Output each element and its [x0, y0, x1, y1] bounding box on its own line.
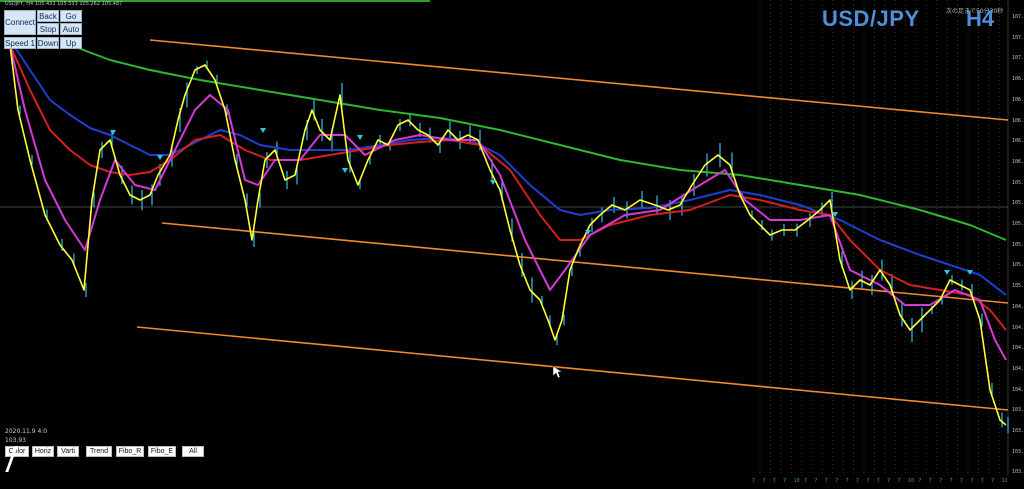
- time-tick-label: 7: [835, 478, 839, 484]
- time-tick-label: 7: [897, 478, 901, 484]
- price-chart[interactable]: [0, 0, 1024, 489]
- signal-arrow-icon: [342, 168, 348, 173]
- symbol-info: USDJPY, H4 105.431 105.533 105.262 105.4…: [5, 1, 123, 7]
- time-tick-label: 7: [752, 478, 756, 484]
- price-axis-label: 104.6: [1012, 324, 1024, 331]
- price-axis-label: 103.4: [1012, 448, 1024, 455]
- price-axis-label: 106.8: [1012, 76, 1024, 83]
- price-axis-label: 105.0: [1012, 283, 1024, 290]
- connect-button[interactable]: Connect: [4, 10, 36, 35]
- price-axis-label: 105.6: [1012, 200, 1024, 207]
- time-tick-label: 7: [856, 478, 860, 484]
- time-tick-label: 7: [928, 478, 932, 484]
- price-axis-label: 104.2: [1012, 365, 1024, 372]
- price-axis-label: 104.8: [1012, 303, 1024, 310]
- time-tick-label: 7: [866, 478, 870, 484]
- price-axis-label: 103.8: [1012, 407, 1024, 414]
- channel-line-lower: [136, 326, 1009, 411]
- signal-arrow-icon: [157, 155, 163, 160]
- time-tick-label: 7: [772, 478, 776, 484]
- time-tick-label: 7: [960, 478, 964, 484]
- time-tick-label: 7: [814, 478, 818, 484]
- time-tick-label: 7: [918, 478, 922, 484]
- all-button[interactable]: All: [182, 446, 204, 457]
- down-button[interactable]: Down: [37, 37, 59, 49]
- go-button[interactable]: Go: [60, 10, 82, 22]
- price-axis-label: 104.0: [1012, 386, 1024, 393]
- chart-area[interactable]: USDJPY, H4 105.431 105.533 105.262 105.4…: [0, 0, 1024, 489]
- horizontal-line-button[interactable]: Horiz: [32, 446, 54, 457]
- stop-button[interactable]: Stop: [37, 23, 59, 35]
- time-tick-label: 7: [783, 478, 787, 484]
- back-button[interactable]: Back: [37, 10, 59, 22]
- moving-average-red: [9, 44, 1007, 331]
- time-tick-label: 7: [824, 478, 828, 484]
- up-button[interactable]: Up: [60, 37, 82, 49]
- time-tick-label: 7: [845, 478, 849, 484]
- price-axis-label: 105.8: [1012, 179, 1024, 186]
- signal-arrow-icon: [260, 128, 266, 133]
- price-axis-label: 107.5: [1012, 14, 1024, 20]
- time-tick-label: 12: [1001, 478, 1008, 484]
- price-axis-label: 105.4: [1012, 241, 1024, 248]
- time-tick-label: 7: [970, 478, 974, 484]
- price-axis-label: 106.6: [1012, 96, 1024, 103]
- cursor-date: 2020.11.9 4:0: [5, 428, 48, 435]
- time-tick-label: 7: [804, 478, 808, 484]
- fibo-retracement-button[interactable]: Fibo_R: [116, 446, 144, 457]
- price-axis-label: 106.2: [1012, 138, 1024, 145]
- price-axis-label: 106.0: [1012, 158, 1024, 165]
- pair-title: USD/JPY: [822, 6, 920, 31]
- signal-arrow-icon: [490, 180, 496, 185]
- speed-button[interactable]: Speed 1: [4, 37, 36, 49]
- price-axis-label: 104.4: [1012, 345, 1024, 352]
- time-tick-label: 10: [908, 478, 915, 484]
- fibo-expansion-button[interactable]: Fibo_E: [148, 446, 176, 457]
- time-tick-label: 7: [887, 478, 891, 484]
- time-tick-label: 7: [980, 478, 984, 484]
- time-tick-label: 7: [949, 478, 953, 484]
- price-axis-label: 107.0: [1012, 55, 1024, 62]
- time-tick-label: 7: [876, 478, 880, 484]
- time-tick-label: 7: [991, 478, 995, 484]
- time-tick-label: 7: [762, 478, 766, 484]
- time-tick-label: 7: [939, 478, 943, 484]
- price-axis-label: 103.2: [1012, 469, 1024, 476]
- cursor-price: 103.93: [5, 437, 26, 444]
- price-axis-label: 103.6: [1012, 428, 1024, 434]
- signal-arrow-icon: [944, 270, 950, 275]
- vertical-line-button[interactable]: Varti: [57, 446, 79, 457]
- channel-line-upper: [149, 39, 1009, 121]
- price-axis-label: 105.2: [1012, 262, 1024, 269]
- price-axis-label: 107.2: [1012, 34, 1024, 41]
- price-axis-label: 105.5: [1012, 221, 1024, 227]
- time-tick-label: 10: [793, 478, 800, 484]
- price-axis-label: 106.4: [1012, 117, 1024, 124]
- signal-arrow-icon: [357, 135, 363, 140]
- price-close-line: [9, 44, 1007, 426]
- timeframe-title: H4: [966, 6, 995, 31]
- trend-line-button[interactable]: Trend: [86, 446, 112, 457]
- auto-button[interactable]: Auto: [60, 23, 82, 35]
- signal-arrow-icon: [110, 130, 116, 135]
- moving-average-magenta: [9, 44, 1007, 361]
